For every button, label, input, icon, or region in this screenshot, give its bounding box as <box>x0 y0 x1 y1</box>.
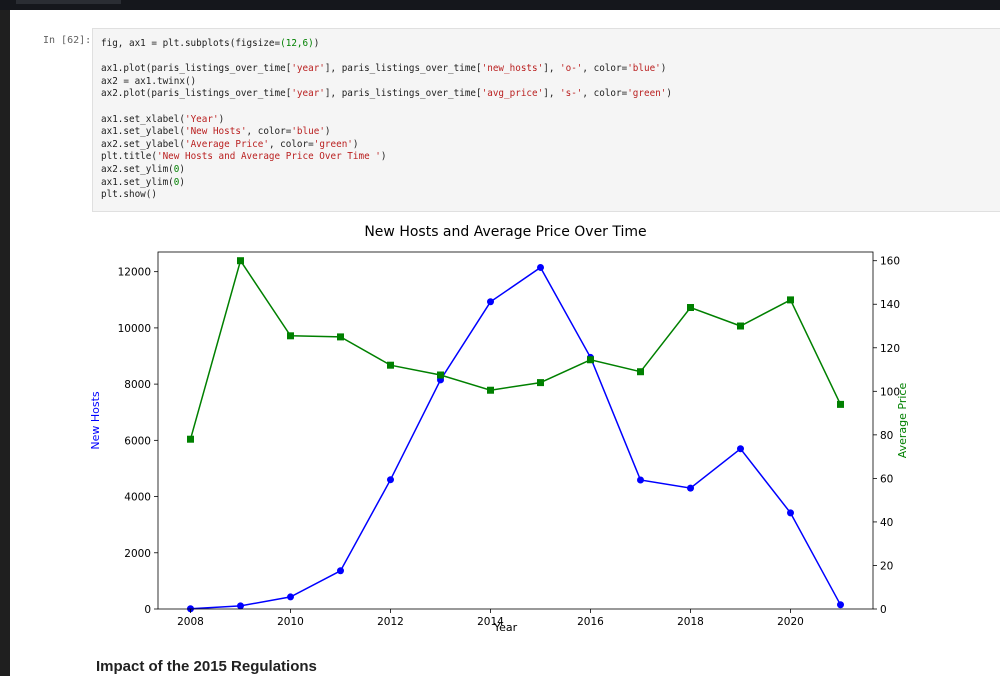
notebook-tab[interactable] <box>16 0 121 4</box>
chart-title: New Hosts and Average Price Over Time <box>364 224 646 240</box>
x-tick-label: 2012 <box>377 616 404 628</box>
point-avg_price <box>787 296 794 304</box>
y-right-tick-label: 140 <box>880 299 900 311</box>
y-left-tick-label: 10000 <box>118 323 151 335</box>
point-avg_price <box>837 400 844 408</box>
point-new_hosts <box>737 445 744 453</box>
y-left-tick-label: 0 <box>144 604 151 616</box>
plot-area <box>148 242 863 599</box>
point-avg_price <box>287 332 294 340</box>
point-new_hosts <box>337 567 344 575</box>
x-tick-label: 2018 <box>677 616 704 628</box>
point-avg_price <box>437 371 444 379</box>
point-avg_price <box>237 257 244 265</box>
y-right-tick-label: 80 <box>880 430 893 442</box>
point-avg_price <box>587 356 594 364</box>
x-tick-label: 2016 <box>577 616 604 628</box>
y-left-tick-label: 12000 <box>118 267 151 279</box>
y-right-tick-label: 40 <box>880 517 893 529</box>
point-avg_price <box>337 333 344 341</box>
notebook-page: In [62]: fig, ax1 = plt.subplots(figsize… <box>10 10 1000 676</box>
y-left-tick-label: 8000 <box>124 379 151 391</box>
notebook-top-bar <box>0 0 1000 10</box>
point-avg_price <box>387 361 394 369</box>
point-avg_price <box>487 386 494 394</box>
point-new_hosts <box>287 593 294 601</box>
point-new_hosts <box>837 601 844 609</box>
x-tick-label: 2008 <box>177 616 204 628</box>
point-new_hosts <box>487 298 494 306</box>
point-avg_price <box>537 379 544 387</box>
y-axis-label-left: New Hosts <box>89 391 102 450</box>
point-new_hosts <box>787 509 794 517</box>
y-right-tick-label: 60 <box>880 473 893 485</box>
x-axis-label: Year <box>493 621 518 634</box>
x-tick-label: 2010 <box>277 616 304 628</box>
point-new_hosts <box>637 476 644 484</box>
y-right-tick-label: 120 <box>880 343 900 355</box>
y-axis-label-right: Average Price <box>896 383 909 459</box>
y-left-tick-label: 4000 <box>124 492 151 504</box>
point-new_hosts <box>387 476 394 484</box>
y-left-tick-label: 6000 <box>124 435 151 447</box>
point-avg_price <box>737 322 744 330</box>
point-avg_price <box>187 435 194 443</box>
point-new_hosts <box>537 263 544 271</box>
point-new_hosts <box>237 602 244 610</box>
y-right-tick-label: 160 <box>880 256 900 268</box>
point-new_hosts <box>687 484 694 492</box>
y-right-tick-label: 0 <box>880 604 887 616</box>
section-heading: Impact of the 2015 Regulations <box>96 658 317 675</box>
x-tick-label: 2020 <box>777 616 804 628</box>
point-avg_price <box>687 304 694 312</box>
chart: 2008 2010 2012 2014 2016 2018 2020020004000600… <box>89 224 909 634</box>
y-right-tick-label: 20 <box>880 560 893 572</box>
y-left-tick-label: 2000 <box>124 548 151 560</box>
point-avg_price <box>637 368 644 376</box>
